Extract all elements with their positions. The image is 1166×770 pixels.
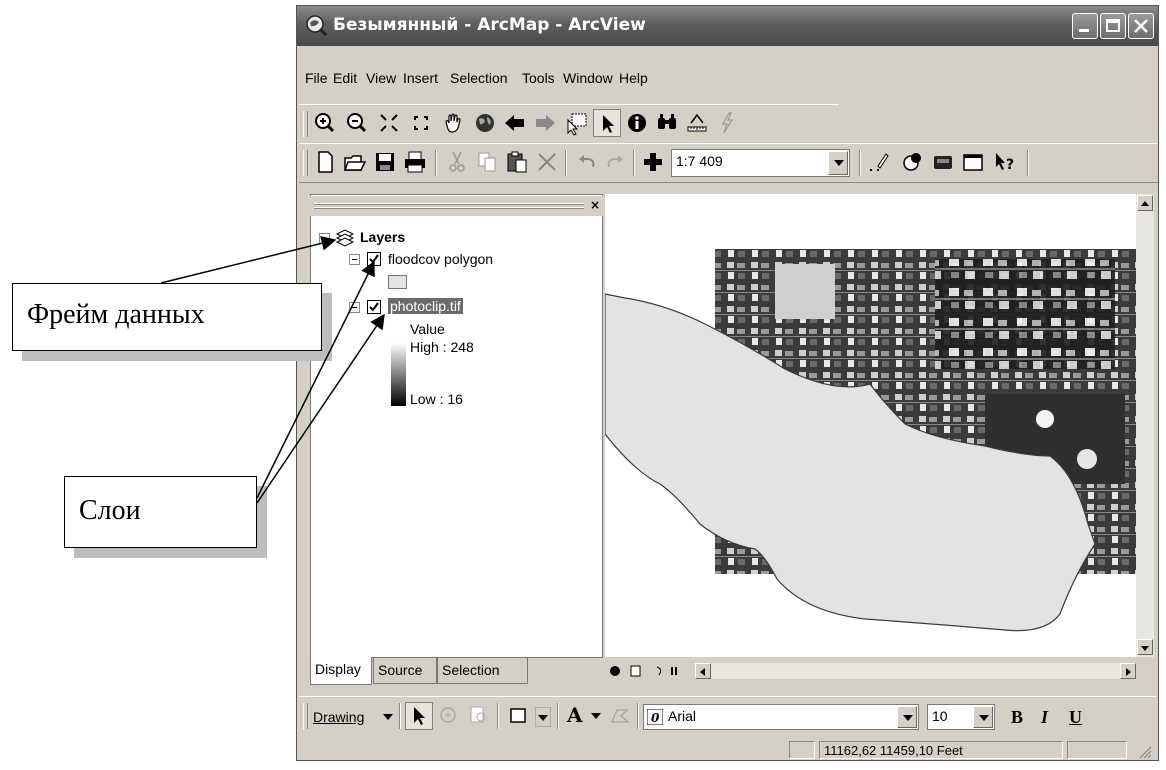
arrow-to-data-frame — [160, 235, 337, 284]
callout-arrows — [160, 235, 385, 504]
arrow-to-layer-photoclip — [256, 313, 385, 504]
arrow-to-layer-floodcov — [256, 260, 375, 499]
